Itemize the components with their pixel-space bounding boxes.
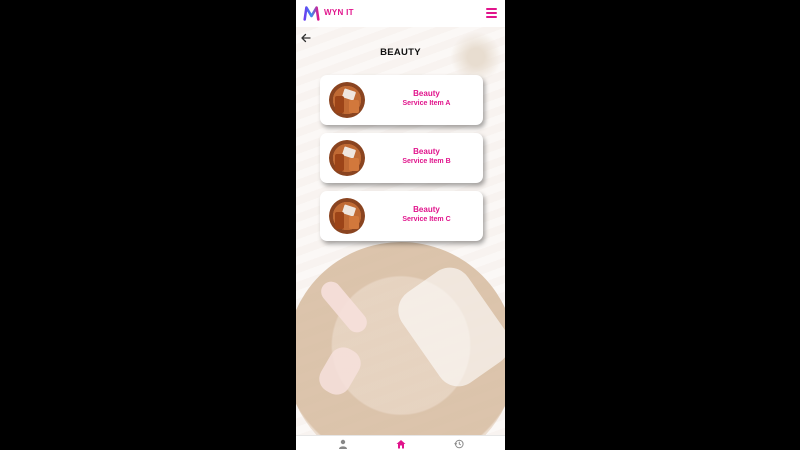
beauty-products-thumbnail bbox=[329, 82, 365, 118]
service-name: Service Item C bbox=[402, 216, 451, 223]
wyn-logo-icon bbox=[303, 6, 320, 21]
service-category: Beauty bbox=[413, 89, 440, 98]
service-card-c[interactable]: Beauty Service Item C bbox=[320, 191, 483, 241]
service-card-a[interactable]: Beauty Service Item A bbox=[320, 75, 483, 125]
service-category: Beauty bbox=[413, 147, 440, 156]
service-category: Beauty bbox=[413, 205, 440, 214]
arrow-left-icon[interactable] bbox=[300, 32, 312, 44]
person-icon[interactable] bbox=[338, 439, 348, 449]
service-name: Service Item A bbox=[402, 100, 451, 107]
bottom-navigation bbox=[296, 435, 505, 450]
home-icon[interactable] bbox=[396, 439, 406, 449]
service-card-b[interactable]: Beauty Service Item B bbox=[320, 133, 483, 183]
beauty-products-thumbnail bbox=[329, 140, 365, 176]
history-icon[interactable] bbox=[454, 439, 464, 449]
service-name: Service Item B bbox=[402, 158, 451, 165]
hamburger-menu-icon[interactable] bbox=[486, 8, 497, 18]
top-app-bar: WYN IT bbox=[296, 0, 505, 27]
beauty-products-thumbnail bbox=[329, 198, 365, 234]
app-screen: WYN IT BEAUTY Beauty Service Item A Beau… bbox=[296, 0, 505, 450]
brand-name: WYN IT bbox=[324, 8, 354, 17]
page-title: BEAUTY bbox=[380, 47, 421, 58]
